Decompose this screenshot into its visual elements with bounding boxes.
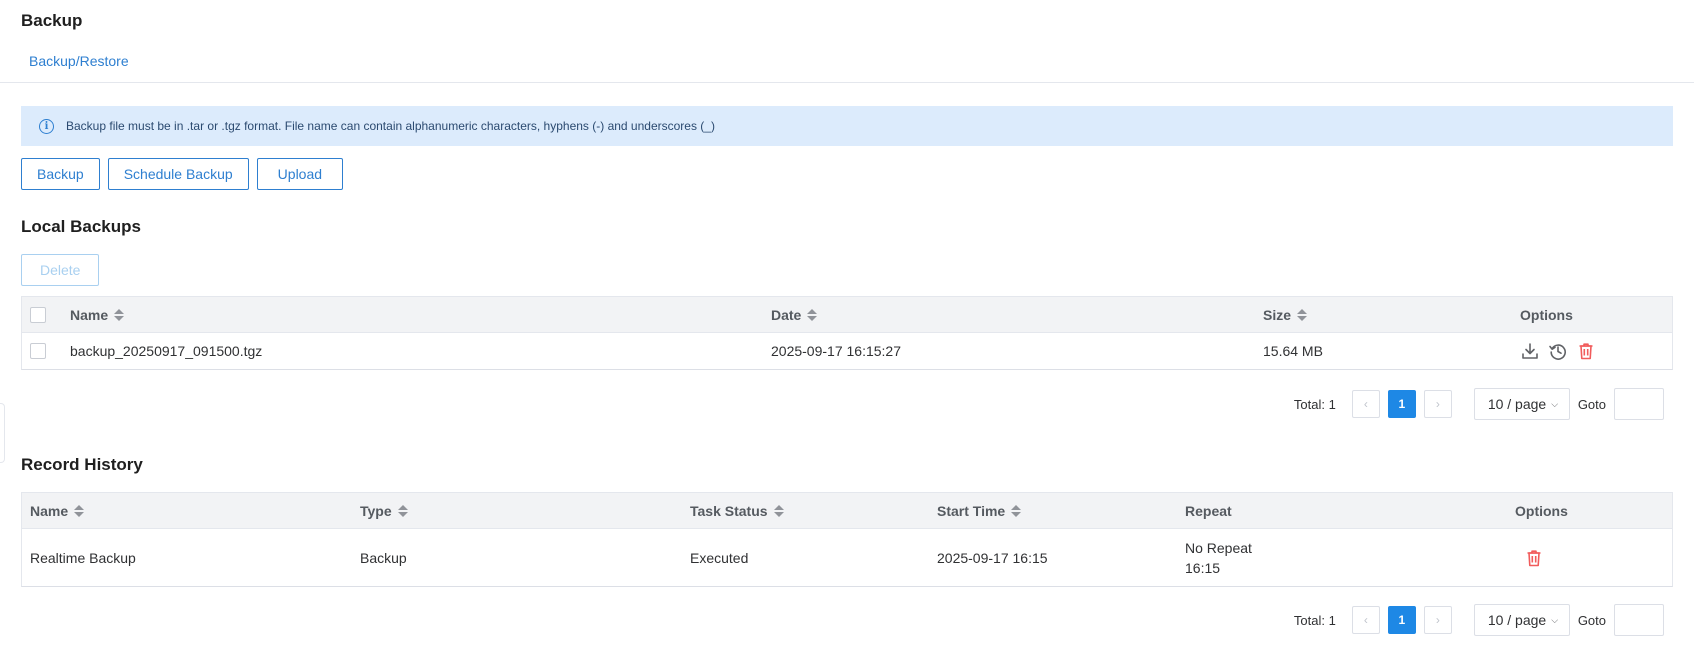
record-history-pagination: Total: 1 ‹ 1 › 10 / page ⌵ Goto <box>1294 604 1664 636</box>
cell-name: backup_20250917_091500.tgz <box>70 343 263 359</box>
notice-text: Backup file must be in .tar or .tgz form… <box>66 119 715 133</box>
column-header-size[interactable]: Size <box>1263 297 1308 332</box>
total-count: Total: 1 <box>1293 396 1336 412</box>
tab-backup-restore[interactable]: Backup/Restore <box>29 53 129 69</box>
total-count: Total: 1 <box>1293 612 1336 628</box>
page-1-button[interactable]: 1 <box>1387 606 1416 634</box>
upload-button[interactable]: Upload <box>256 158 344 190</box>
local-backups-pagination: Total: 1 ‹ 1 › 10 / page ⌵ Goto <box>1294 388 1664 420</box>
cell-task-status: Executed <box>690 549 749 566</box>
side-handle[interactable] <box>0 403 5 463</box>
local-backups-table: Name Date Size Options backup_20250917_0… <box>21 296 1673 370</box>
next-page-button[interactable]: › <box>1423 606 1452 634</box>
column-header-date[interactable]: Date <box>771 297 818 332</box>
restore-icon[interactable] <box>1548 341 1568 361</box>
cell-start-time: 2025-09-17 16:15 <box>937 549 1048 566</box>
cell-repeat: No Repeat 16:15 <box>1185 529 1252 586</box>
info-notice: i Backup file must be in .tar or .tgz fo… <box>21 106 1673 146</box>
schedule-backup-button[interactable]: Schedule Backup <box>107 158 249 190</box>
column-header-options: Options <box>1520 306 1573 323</box>
sort-icon[interactable] <box>1297 308 1308 321</box>
column-label: Type <box>360 502 392 519</box>
row-checkbox[interactable] <box>30 343 46 359</box>
repeat-time: 16:15 <box>1185 559 1221 576</box>
column-label: Task Status <box>690 502 768 519</box>
page-title: Backup <box>21 11 83 30</box>
backup-button[interactable]: Backup <box>21 158 100 190</box>
sort-icon[interactable] <box>807 308 818 321</box>
repeat-mode: No Repeat <box>1185 539 1252 556</box>
table-header: Name Date Size Options <box>22 297 1672 333</box>
column-label: Name <box>70 306 109 323</box>
goto-label: Goto <box>1577 396 1606 412</box>
page-size-select[interactable]: 10 / page ⌵ <box>1473 604 1570 636</box>
delete-button[interactable]: Delete <box>21 254 100 286</box>
column-header-type[interactable]: Type <box>360 493 408 528</box>
prev-page-button[interactable]: ‹ <box>1351 390 1380 418</box>
column-header-start-time[interactable]: Start Time <box>937 493 1022 528</box>
local-backups-title: Local Backups <box>21 217 141 236</box>
sort-icon[interactable] <box>114 308 125 321</box>
toolbar: Backup Schedule Backup Upload <box>21 158 344 190</box>
sort-icon[interactable] <box>1011 504 1022 517</box>
prev-page-button[interactable]: ‹ <box>1351 606 1380 634</box>
table-header: Name Type Task Status Start Time Repeat … <box>22 493 1672 529</box>
column-label: Name <box>30 502 69 519</box>
sort-icon[interactable] <box>74 504 85 517</box>
download-icon[interactable] <box>1520 341 1540 361</box>
next-page-button[interactable]: › <box>1423 390 1452 418</box>
goto-label: Goto <box>1577 612 1606 628</box>
record-history-title: Record History <box>21 455 143 474</box>
chevron-down-icon: ⌵ <box>1551 614 1559 625</box>
page-size-value: 10 / page <box>1487 396 1547 412</box>
goto-input[interactable] <box>1614 604 1664 636</box>
tab-bar: Backup/Restore <box>0 47 1694 83</box>
delete-icon[interactable] <box>1524 548 1544 568</box>
info-icon: i <box>39 118 54 134</box>
cell-size: 15.64 MB <box>1263 343 1323 359</box>
table-row: backup_20250917_091500.tgz 2025-09-17 16… <box>22 333 1672 369</box>
table-row: Realtime Backup Backup Executed 2025-09-… <box>22 529 1672 586</box>
cell-type: Backup <box>360 549 407 566</box>
page-size-select[interactable]: 10 / page ⌵ <box>1473 388 1570 420</box>
cell-name: Realtime Backup <box>30 549 136 566</box>
column-label: Date <box>771 306 802 323</box>
chevron-down-icon: ⌵ <box>1551 398 1559 409</box>
column-label: Start Time <box>937 502 1006 519</box>
column-header-name[interactable]: Name <box>70 297 125 332</box>
select-all-checkbox[interactable] <box>30 306 46 323</box>
sort-icon[interactable] <box>397 504 408 517</box>
column-label: Size <box>1263 306 1292 323</box>
cell-date: 2025-09-17 16:15:27 <box>771 343 901 359</box>
delete-icon[interactable] <box>1576 341 1596 361</box>
column-header-task-status[interactable]: Task Status <box>690 493 784 528</box>
goto-input[interactable] <box>1614 388 1664 420</box>
sort-icon[interactable] <box>773 504 784 517</box>
page-1-button[interactable]: 1 <box>1387 390 1416 418</box>
record-history-table: Name Type Task Status Start Time Repeat … <box>21 492 1673 587</box>
column-header-options: Options <box>1515 502 1568 519</box>
page-size-value: 10 / page <box>1487 612 1547 628</box>
column-header-repeat: Repeat <box>1185 502 1232 519</box>
column-header-name[interactable]: Name <box>30 493 85 528</box>
